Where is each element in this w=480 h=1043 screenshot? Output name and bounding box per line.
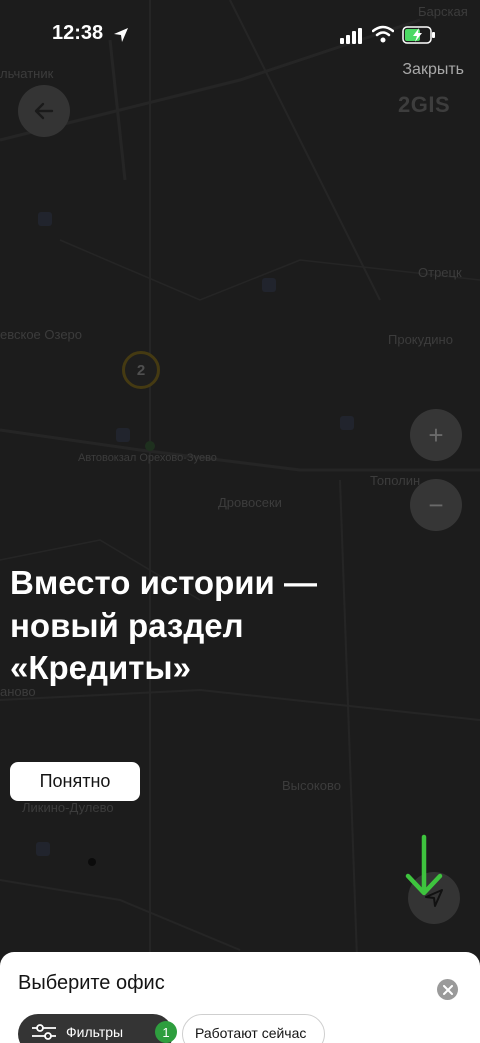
zoom-in-button[interactable]: + bbox=[410, 409, 462, 461]
promo-title-line: Вместо истории — bbox=[10, 564, 317, 601]
arrow-down-icon bbox=[405, 834, 443, 896]
got-it-button[interactable]: Понятно bbox=[10, 762, 140, 801]
cellular-signal-icon bbox=[340, 28, 362, 44]
bottom-sheet: Выберите офис Фильтры 1 Работают сейчас bbox=[0, 952, 480, 1043]
minus-icon: − bbox=[428, 489, 444, 520]
filters-chip[interactable]: Фильтры 1 bbox=[18, 1014, 177, 1043]
location-arrow-icon bbox=[114, 28, 128, 42]
filter-sliders-icon bbox=[32, 1024, 56, 1040]
status-time: 12:38 bbox=[52, 22, 104, 44]
sheet-title: Выберите офис bbox=[18, 972, 165, 994]
plus-icon: + bbox=[428, 419, 444, 450]
sheet-close-button[interactable] bbox=[437, 979, 458, 1000]
zoom-out-button[interactable]: − bbox=[410, 479, 462, 531]
arrow-left-icon bbox=[34, 102, 54, 120]
open-now-chip[interactable]: Работают сейчас bbox=[182, 1014, 325, 1043]
promo-title-line: «Кредиты» bbox=[10, 649, 191, 687]
close-link[interactable]: Закрыть bbox=[402, 61, 464, 79]
wifi-icon bbox=[372, 25, 394, 43]
promo-title-line: новый раздел bbox=[10, 606, 244, 644]
filters-label: Фильтры bbox=[66, 1024, 124, 1040]
open-now-label: Работают сейчас bbox=[195, 1025, 307, 1041]
brand-logo: 2GIS bbox=[398, 92, 451, 117]
battery-charging-icon bbox=[402, 26, 435, 44]
close-icon bbox=[442, 984, 453, 995]
promo-title: Вместо истории — новый раздел «Кредиты» bbox=[10, 562, 430, 690]
back-button[interactable] bbox=[18, 85, 70, 137]
filters-count-badge: 1 bbox=[155, 1021, 177, 1043]
